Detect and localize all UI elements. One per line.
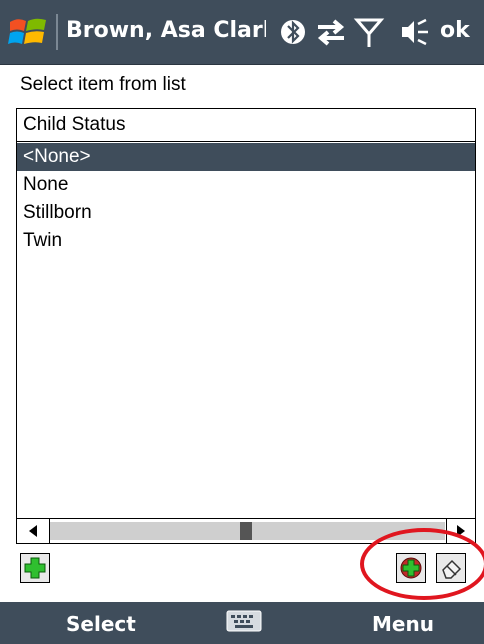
keyboard-icon[interactable] — [226, 610, 262, 632]
select-soft-key[interactable]: Select — [66, 612, 136, 636]
volume-icon[interactable] — [398, 14, 432, 50]
red-annotation-circle — [360, 528, 484, 600]
windows-start-icon[interactable] — [8, 14, 48, 50]
add-button[interactable] — [20, 553, 50, 583]
list-item[interactable]: Twin — [17, 227, 475, 255]
prompt-label: Select item from list — [20, 74, 186, 95]
list-item[interactable]: Stillborn — [17, 199, 475, 227]
list-view[interactable]: Child Status <None> None Stillborn Twin — [16, 108, 476, 544]
column-header[interactable]: Child Status — [17, 109, 475, 142]
window-title: Brown, Asa Clark 8 — [66, 18, 266, 43]
scroll-left-icon — [29, 525, 37, 537]
bluetooth-icon[interactable] — [276, 14, 310, 50]
sync-arrows-icon[interactable] — [314, 14, 348, 50]
scroll-thumb[interactable] — [240, 522, 252, 540]
add-icon — [24, 557, 46, 579]
list-rows: <None> None Stillborn Twin — [17, 143, 475, 255]
title-separator — [56, 14, 58, 50]
signal-antenna-icon[interactable] — [352, 14, 386, 50]
column-header-label: Child Status — [23, 114, 126, 135]
scroll-left-button[interactable] — [17, 519, 50, 543]
list-item[interactable]: <None> — [17, 143, 475, 171]
menu-bar: Select Menu — [0, 602, 484, 644]
list-item[interactable]: None — [17, 171, 475, 199]
menu-soft-key[interactable]: Menu — [372, 612, 434, 636]
title-bar: Brown, Asa Clark 8 ok — [0, 0, 484, 65]
ok-button[interactable]: ok — [440, 18, 470, 43]
